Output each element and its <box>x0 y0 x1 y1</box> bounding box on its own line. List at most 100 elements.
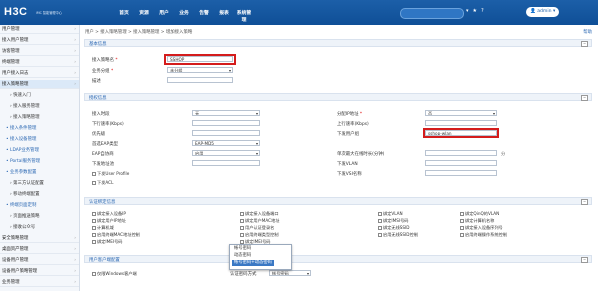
option-dynamic-password[interactable]: 动态密码 <box>232 253 253 259</box>
bind-checkbox[interactable]: 用户认证登录名 <box>240 225 274 231</box>
eap-auto-label: EAP自协商 <box>92 152 114 157</box>
sidebar-item[interactable]: • Portal服务管理 <box>0 157 79 166</box>
sidebar-item-label: LDAP业务管理 <box>10 148 39 153</box>
group-select[interactable]: 未分组 <box>167 67 233 73</box>
user-acl-checkbox[interactable]: 下发ACL <box>92 180 113 186</box>
nav-user[interactable]: 用户 <box>156 9 172 23</box>
sidebar-item[interactable]: • 接入条件管理 <box>0 124 79 133</box>
ip-select[interactable]: 否 <box>425 110 497 116</box>
bind-checkbox[interactable]: 启用终端MAC地址控制 <box>92 232 140 238</box>
desc-input[interactable] <box>167 77 233 83</box>
sidebar-item[interactable]: 终端管理 › <box>0 58 79 67</box>
user-profile-checkbox[interactable]: 下发User Profile <box>92 171 129 177</box>
sidebar-item-label: 访客管理 <box>2 49 20 54</box>
address-pool-input[interactable] <box>192 160 260 166</box>
priority-input[interactable] <box>192 130 260 136</box>
sidebar-item[interactable]: 业务管理 › <box>0 278 79 287</box>
section-auth-title: 授权信息 <box>89 96 107 101</box>
option-account-dynamic[interactable]: 帐号密码+动态密码 <box>232 260 274 266</box>
eap-type-select[interactable]: EAP-MD5 <box>192 140 260 146</box>
down-rate-input[interactable] <box>192 120 260 126</box>
bind-checkbox[interactable]: 启用无线SSID控制 <box>378 232 418 238</box>
sidebar-item[interactable]: 接入策略管理 › <box>0 80 79 89</box>
max-online-input[interactable] <box>425 150 497 156</box>
sidebar-item[interactable]: • 接入设备管理 <box>0 135 79 144</box>
sidebar-item[interactable]: • 业务参数配置 <box>0 168 79 177</box>
time-select[interactable]: 无 <box>192 110 260 116</box>
bind-checkbox[interactable]: 绑定接入设备序列号 <box>460 225 503 231</box>
sidebar-item[interactable]: 用户接入日志 › <box>0 69 79 78</box>
section-client-title: 用户客户端配置 <box>89 258 120 263</box>
down-rate-label: 下行速率(Kbps) <box>92 122 124 127</box>
eap-auto-select[interactable]: 启用 <box>192 150 260 156</box>
vsi-input[interactable] <box>425 170 497 176</box>
nav-service[interactable]: 业务 <box>176 9 192 23</box>
sidebar-item[interactable]: 访客管理 › <box>0 47 79 56</box>
user-menu[interactable]: 👤 admin ▾ <box>526 7 560 17</box>
sidebar-item[interactable]: 设备用户管理 › <box>0 256 79 265</box>
bind-checkbox[interactable]: 绑定IMSI号码 <box>378 218 409 224</box>
help-icon[interactable]: ? <box>481 8 484 14</box>
bind-checkbox[interactable]: 计算机域 <box>92 225 114 231</box>
sidebar-item[interactable]: › 移动终端配置 <box>0 190 79 199</box>
collapse-icon[interactable]: − <box>581 257 588 263</box>
nav-system[interactable]: 系统管理 <box>236 9 252 23</box>
chevron-right-icon: › <box>74 60 76 65</box>
h3c-logo: H3C <box>4 6 28 18</box>
sidebar-item[interactable]: 设备用户策略管理 › <box>0 267 79 276</box>
bind-checkbox[interactable]: 绑定无线SSID <box>378 225 410 231</box>
max-online-unit: 分 <box>501 151 506 156</box>
bind-checkbox[interactable]: 绑定VLAN <box>378 211 403 217</box>
auth-method-select[interactable]: 帐号密码 <box>269 270 311 276</box>
search-input[interactable] <box>400 8 464 19</box>
bind-checkbox[interactable]: 绑定QinQ的VLAN <box>460 211 499 217</box>
star-icon[interactable]: ★ <box>473 8 477 14</box>
sidebar-item[interactable]: 安全策略管理 › <box>0 234 79 243</box>
nav-home[interactable]: 首页 <box>116 9 132 23</box>
chevron-right-icon: › <box>74 269 76 274</box>
sidebar-item[interactable]: › 接入服务管理 <box>0 102 79 111</box>
sidebar-item[interactable]: › 快速入门 <box>0 91 79 100</box>
bind-checkbox[interactable]: 绑定用户MAC地址 <box>240 218 279 224</box>
sidebar-item[interactable]: › 第三方认证配置 <box>0 179 79 188</box>
sidebar-item-label: 设备用户策略管理 <box>2 269 38 274</box>
collapse-icon[interactable]: − <box>581 199 588 205</box>
sidebar-item[interactable]: 用户管理 › <box>0 25 79 34</box>
user-group-label: 下发用户组 <box>337 132 359 137</box>
sidebar: 用户管理 › 接入用户管理 › 访客管理 › 终端管理 › 用户接入日志 › 接入策略管理 › › 快速… <box>0 25 80 291</box>
sidebar-item[interactable]: › 接收公众号 <box>0 223 79 232</box>
sidebar-item-label: 快速入门 <box>13 93 31 98</box>
windows-only-checkbox[interactable]: 仅限Windows客户端 <box>92 271 137 277</box>
sidebar-item[interactable]: › 页面推送策略 <box>0 212 79 221</box>
chevron-right-icon: › <box>74 258 76 263</box>
sidebar-item-label: 接入条件管理 <box>10 126 37 131</box>
policy-name-label: 接入策略名 * <box>92 58 118 63</box>
bind-checkbox[interactable]: 绑定计算机名称 <box>460 218 494 224</box>
sidebar-item-label: 第三方认证配置 <box>13 181 44 186</box>
dropdown-icon[interactable]: ▾ <box>466 8 469 14</box>
bind-checkbox[interactable]: 绑定接入设备端口 <box>240 211 279 217</box>
option-account-password[interactable]: 帐号密码 <box>232 246 253 252</box>
section-bind: 认证绑定信息 − <box>84 197 592 205</box>
collapse-icon[interactable]: − <box>581 95 588 101</box>
bind-checkbox[interactable]: 绑定用户IP地址 <box>92 218 126 224</box>
bind-checkbox[interactable]: 绑定IMEI号码 <box>92 239 122 245</box>
nav-resource[interactable]: 资源 <box>136 9 152 23</box>
chevron-right-icon: › <box>74 27 76 32</box>
help-link[interactable]: 帮助 <box>583 29 592 35</box>
bind-checkbox[interactable]: 启用终端操作系统控制 <box>460 232 507 238</box>
sidebar-item[interactable]: • LDAP业务管理 <box>0 146 79 155</box>
up-rate-input[interactable] <box>425 120 497 126</box>
nav-report[interactable]: 报表 <box>216 9 232 23</box>
vlan-input[interactable] <box>425 160 497 166</box>
bind-checkbox[interactable]: 绑定接入设备IP <box>92 211 126 217</box>
bind-checkbox[interactable]: 启用终端类型控制 <box>240 232 279 238</box>
sidebar-item-label: 用户管理 <box>2 27 20 32</box>
sidebar-item[interactable]: › 接入策略管理 <box>0 113 79 122</box>
sidebar-item[interactable]: • 终端页面定制 <box>0 201 79 210</box>
sidebar-item[interactable]: 接入用户管理 › <box>0 36 79 45</box>
nav-alarm[interactable]: 告警 <box>196 9 212 23</box>
max-online-label: 单次最大在线时长(分钟) <box>337 152 385 157</box>
sidebar-item[interactable]: 桌面资产管理 › <box>0 245 79 254</box>
collapse-icon[interactable]: − <box>581 41 588 47</box>
